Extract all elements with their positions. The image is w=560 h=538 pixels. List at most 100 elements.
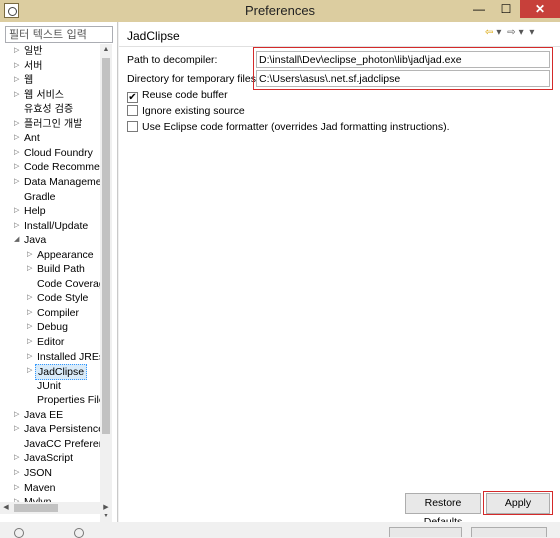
apply-and-close-button[interactable]: [389, 527, 462, 537]
scroll-right-icon[interactable]: ▶: [100, 502, 112, 514]
tree-item-label: Debug: [37, 321, 68, 334]
tree-item[interactable]: ▷ 플러그인 개발: [14, 117, 84, 131]
collapsed-arrow-icon[interactable]: ▷: [14, 117, 22, 131]
option-reuse-code-buffer[interactable]: ✔ Reuse code buffer: [127, 89, 228, 103]
highlight-box-apply: [483, 491, 553, 515]
collapsed-arrow-icon[interactable]: ▷: [14, 219, 22, 233]
collapsed-arrow-icon[interactable]: ▷: [14, 88, 22, 102]
scroll-up-icon[interactable]: ▲: [100, 44, 112, 56]
collapsed-arrow-icon[interactable]: ▷: [14, 204, 22, 218]
collapsed-arrow-icon[interactable]: ▷: [14, 59, 22, 73]
tree-item[interactable]: ▷ Cloud Foundry: [14, 146, 95, 160]
view-menu-icon[interactable]: ▾: [529, 27, 534, 38]
collapsed-arrow-icon[interactable]: ▷: [14, 175, 22, 189]
expanded-arrow-icon[interactable]: ◢: [14, 233, 22, 247]
help-icon[interactable]: [14, 528, 24, 538]
tree-item[interactable]: JavaCC Preferences: [14, 437, 100, 451]
tree-item[interactable]: ◢ Java: [14, 233, 48, 247]
tree-item-label: Ant: [24, 132, 40, 145]
tree-item[interactable]: ▷ Installed JREs: [27, 350, 100, 364]
tree-item-label: 일반: [24, 46, 43, 57]
reuse-buffer-checkbox[interactable]: ✔: [127, 92, 138, 103]
collapsed-arrow-icon[interactable]: ▷: [27, 248, 35, 262]
tree-item-label: 유효성 검증: [24, 104, 74, 116]
tree-item[interactable]: ▷ Editor: [27, 335, 66, 349]
collapsed-arrow-icon[interactable]: ▷: [14, 44, 22, 58]
preferences-window: Preferences — ☐ ✕ ▷일반▷서버▷웹▷웹 서비스유효성 검증▷플…: [0, 0, 560, 538]
collapsed-arrow-icon[interactable]: ▷: [14, 466, 22, 480]
tree-item[interactable]: ▷ JadClipse: [27, 364, 88, 381]
ignore-source-checkbox[interactable]: [127, 105, 138, 116]
collapsed-arrow-icon[interactable]: ▷: [27, 262, 35, 276]
tree-item[interactable]: ▷ JSON: [14, 466, 54, 480]
tree-vertical-scrollbar[interactable]: ▲ ▼: [100, 44, 112, 522]
tree-item-label: Java: [24, 234, 47, 247]
filter-input[interactable]: [5, 26, 113, 43]
tree-item[interactable]: ▷ JavaScript: [14, 451, 75, 465]
collapsed-arrow-icon[interactable]: ▷: [27, 320, 35, 334]
tree-item[interactable]: ▷ Compiler: [27, 306, 81, 320]
close-button[interactable]: ✕: [520, 0, 560, 18]
tree-item[interactable]: ▷ Ant: [14, 131, 42, 145]
tree-item[interactable]: 유효성 검증: [14, 102, 75, 116]
tree-item-label: Code Recommenders: [24, 161, 100, 174]
tree-item[interactable]: ▷ Help: [14, 204, 48, 218]
import-icon[interactable]: [74, 528, 84, 538]
tree-item[interactable]: ▷ 웹 서비스: [14, 88, 66, 102]
collapsed-arrow-icon[interactable]: ▷: [14, 451, 22, 465]
tree-item[interactable]: ▷Data Management: [14, 175, 100, 189]
tree-item[interactable]: Gradle: [14, 190, 58, 204]
tree-item-label: Java EE: [24, 408, 64, 421]
back-arrow-icon[interactable]: ⇦: [485, 27, 493, 38]
tree-item[interactable]: ▷ Build Path: [27, 262, 87, 276]
forward-menu-chevron-icon[interactable]: ▾: [519, 27, 524, 38]
tree-item[interactable]: ▷ 일반: [14, 44, 44, 58]
back-menu-chevron-icon[interactable]: ▾: [496, 27, 501, 38]
collapsed-arrow-icon[interactable]: ▷: [14, 160, 22, 174]
collapsed-arrow-icon[interactable]: ▷: [27, 335, 35, 349]
tree-item[interactable]: ▷ 웹: [14, 73, 35, 87]
collapsed-arrow-icon[interactable]: ▷: [27, 291, 35, 305]
tree-item[interactable]: ▷Code Recommenders: [14, 160, 100, 174]
tree-horizontal-scrollbar[interactable]: ◀ ▶: [0, 502, 112, 514]
cancel-button[interactable]: [471, 527, 547, 537]
tree-item[interactable]: ▷ Code Style: [27, 291, 90, 305]
collapsed-arrow-icon[interactable]: ▷: [14, 481, 22, 495]
tree-item-label: 서버: [24, 60, 43, 72]
option-use-eclipse-formatter[interactable]: Use Eclipse code formatter (overrides Ja…: [127, 121, 450, 135]
collapsed-arrow-icon[interactable]: ▷: [14, 131, 22, 145]
highlight-box-fields: [253, 47, 553, 90]
horizontal-scroll-thumb[interactable]: [14, 504, 58, 512]
option-ignore-existing-source[interactable]: Ignore existing source: [127, 105, 245, 119]
decompiler-path-label: Path to decompiler:: [127, 54, 218, 66]
forward-arrow-icon[interactable]: ⇨: [507, 27, 515, 38]
tree-item[interactable]: Properties Files Editor: [27, 393, 100, 407]
tree-item-label: Build Path: [37, 263, 85, 276]
tree-item-label: JSON: [24, 466, 53, 479]
collapsed-arrow-icon[interactable]: ▷: [27, 306, 35, 320]
maximize-button[interactable]: ☐: [493, 0, 519, 18]
tree-item[interactable]: ▷ Appearance: [27, 248, 96, 262]
tree-item[interactable]: Code Coverage: [27, 277, 100, 291]
eclipse-formatter-checkbox[interactable]: [127, 121, 138, 132]
tree-item[interactable]: ▷ Debug: [27, 320, 70, 334]
tree-item[interactable]: ▷ Java Persistence: [14, 422, 100, 436]
tree-item[interactable]: JUnit: [27, 379, 63, 393]
collapsed-arrow-icon[interactable]: ▷: [14, 73, 22, 87]
collapsed-arrow-icon[interactable]: ▷: [27, 364, 35, 378]
collapsed-arrow-icon[interactable]: ▷: [27, 350, 35, 364]
vertical-scroll-thumb[interactable]: [102, 58, 110, 434]
tree-item[interactable]: ▷ Install/Update: [14, 219, 90, 233]
minimize-button[interactable]: —: [466, 0, 492, 18]
tree-item-label: JavaScript: [24, 452, 74, 465]
collapsed-arrow-icon[interactable]: ▷: [14, 146, 22, 160]
restore-defaults-button[interactable]: Restore Defaults: [405, 493, 481, 528]
collapsed-arrow-icon[interactable]: ▷: [14, 422, 22, 436]
tree-item[interactable]: ▷ 서버: [14, 59, 44, 73]
tree-item-label: Data Management: [24, 175, 100, 188]
tree-item-label: JUnit: [37, 379, 61, 392]
collapsed-arrow-icon[interactable]: ▷: [14, 408, 22, 422]
tree-item[interactable]: ▷ Java EE: [14, 408, 65, 422]
scroll-left-icon[interactable]: ◀: [0, 502, 12, 514]
tree-item[interactable]: ▷ Maven: [14, 481, 58, 495]
